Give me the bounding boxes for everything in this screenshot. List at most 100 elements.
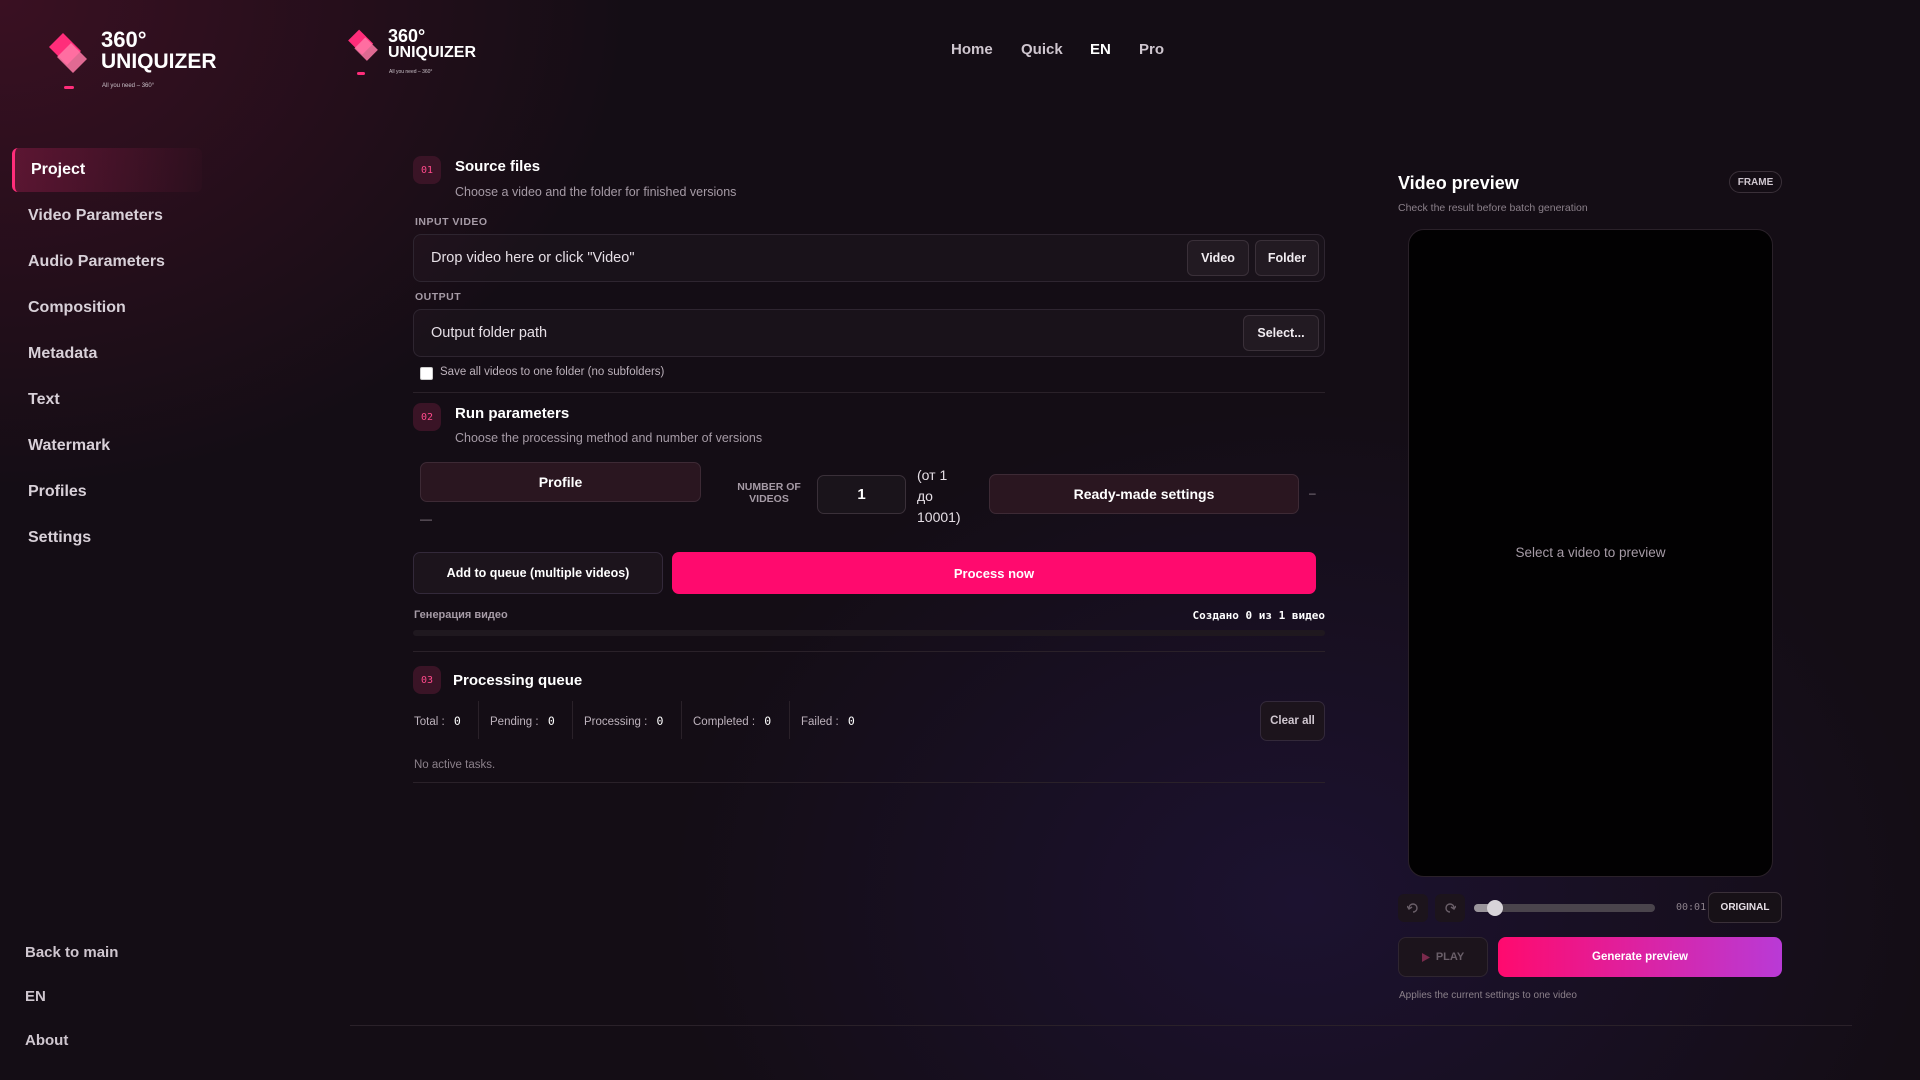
- nav-quick[interactable]: Quick: [1021, 41, 1063, 58]
- single-folder-checkbox[interactable]: [420, 367, 433, 380]
- stat-label: Processing: [584, 716, 641, 728]
- nav-pro[interactable]: Pro: [1139, 41, 1164, 58]
- logo-diamond-icon: [348, 29, 378, 61]
- frame-badge[interactable]: FRAME: [1729, 171, 1782, 193]
- stat-label: Failed: [801, 716, 833, 728]
- sidebar-item-settings[interactable]: Settings: [12, 516, 202, 560]
- section-number-badge: 02: [413, 403, 441, 431]
- output-folder-placeholder: Output folder path: [431, 325, 548, 341]
- logo-diamond-icon: [49, 33, 87, 73]
- generate-preview-button[interactable]: Generate preview: [1498, 937, 1782, 977]
- language-link[interactable]: EN: [25, 988, 46, 1005]
- step-back-button[interactable]: [1398, 894, 1428, 922]
- sidebar-item-profiles[interactable]: Profiles: [12, 470, 202, 514]
- preview-screen[interactable]: Select a video to preview: [1408, 229, 1773, 877]
- process-now-button[interactable]: Process now: [672, 552, 1316, 594]
- add-to-queue-button[interactable]: Add to queue (multiple videos): [413, 552, 663, 594]
- source-files-title: Source files: [455, 158, 541, 175]
- sidebar-item-project[interactable]: Project: [12, 148, 202, 192]
- section-number-badge: 03: [413, 666, 441, 694]
- stat-value: 0: [547, 714, 555, 728]
- video-drop-zone[interactable]: Drop video here or click "Video" Video F…: [413, 234, 1325, 282]
- logo-title-1: 360°: [101, 27, 147, 52]
- sidebar-item-label: Metadata: [28, 345, 98, 362]
- timeline-slider-thumb[interactable]: [1487, 900, 1503, 916]
- select-output-button[interactable]: Select...: [1243, 315, 1319, 351]
- sidebar-item-text[interactable]: Text: [12, 378, 202, 422]
- about-link[interactable]: About: [25, 1032, 68, 1049]
- logo-title-2: UNIQUIZER: [388, 44, 476, 61]
- step-forward-button[interactable]: [1435, 894, 1465, 922]
- stat-separator: [789, 701, 790, 739]
- input-video-label: INPUT VIDEO: [415, 216, 488, 228]
- video-drop-placeholder: Drop video here or click "Video": [431, 250, 635, 266]
- clear-all-button[interactable]: Clear all: [1260, 701, 1325, 741]
- progress-bar-track: [413, 630, 1325, 636]
- output-folder-field[interactable]: Output folder path Select...: [413, 309, 1325, 357]
- stat-total: Total : 0: [414, 714, 461, 728]
- sidebar-item-composition[interactable]: Composition: [12, 286, 202, 330]
- undo-icon: [1407, 903, 1418, 913]
- stat-pending: Pending : 0: [490, 714, 555, 728]
- preview-subtitle: Check the result before batch generation: [1398, 202, 1588, 214]
- logo-title-2: UNIQUIZER: [101, 50, 217, 73]
- number-of-videos-input[interactable]: 1: [817, 475, 906, 514]
- select-video-button[interactable]: Video: [1187, 240, 1249, 276]
- timeline-slider[interactable]: [1474, 900, 1655, 916]
- queue-empty-text: No active tasks.: [414, 759, 496, 771]
- preview-title: Video preview: [1398, 173, 1519, 193]
- profile-value: —: [420, 512, 432, 526]
- sidebar-item-metadata[interactable]: Metadata: [12, 332, 202, 376]
- sidebar-item-video-parameters[interactable]: Video Parameters: [12, 194, 202, 238]
- stat-label: Pending: [490, 716, 533, 728]
- section-number-badge: 01: [413, 156, 441, 184]
- section-divider: [413, 651, 1325, 652]
- play-button[interactable]: PLAY: [1398, 937, 1488, 977]
- ready-made-settings-value: –: [1309, 486, 1316, 500]
- stat-completed: Completed : 0: [693, 714, 772, 728]
- progress-status: Создано 0 из 1 видео: [1192, 609, 1325, 622]
- range-line-2: до: [917, 488, 933, 504]
- sidebar-item-label: Profiles: [28, 483, 87, 500]
- range-line-1: (от 1: [917, 467, 948, 483]
- profile-button[interactable]: Profile: [420, 462, 701, 502]
- nav-language[interactable]: EN: [1090, 41, 1111, 58]
- sidebar-item-label: Composition: [28, 299, 126, 316]
- single-folder-checkbox-label: Save all videos to one folder (no subfol…: [440, 366, 665, 378]
- logo-title-1: 360°: [388, 26, 426, 46]
- sidebar-item-label: Project: [31, 161, 86, 178]
- section-divider: [413, 782, 1325, 783]
- logo-tagline: All you need – 360°: [102, 83, 155, 89]
- sidebar-item-label: Watermark: [28, 437, 111, 454]
- logo-underline: [357, 72, 365, 75]
- section-divider: [413, 392, 1325, 393]
- stat-label: Total: [414, 716, 439, 728]
- stat-value: 0: [453, 714, 461, 728]
- source-files-subtitle: Choose a video and the folder for finish…: [455, 185, 737, 199]
- stat-failed: Failed : 0: [801, 714, 855, 728]
- header-logo[interactable]: 360° UNIQUIZER All you need – 360°: [345, 25, 485, 80]
- logo-underline: [64, 86, 74, 89]
- number-of-videos-label-line1: NUMBER OF: [737, 481, 801, 493]
- processing-queue-title: Processing queue: [453, 672, 583, 689]
- stat-separator: [572, 701, 573, 739]
- stat-separator: [681, 701, 682, 739]
- stat-label: Completed: [693, 716, 749, 728]
- number-of-videos-label: NUMBER OF VIDEOS: [730, 481, 808, 505]
- run-parameters-title: Run parameters: [455, 405, 570, 422]
- sidebar-item-audio-parameters[interactable]: Audio Parameters: [12, 240, 202, 284]
- sidebar-item-watermark[interactable]: Watermark: [12, 424, 202, 468]
- ready-made-settings-button[interactable]: Ready-made settings: [989, 474, 1299, 514]
- original-mode-button[interactable]: ORIGINAL: [1708, 892, 1782, 923]
- stat-value: 0: [656, 714, 664, 728]
- output-label: OUTPUT: [415, 291, 462, 303]
- select-folder-button[interactable]: Folder: [1255, 240, 1319, 276]
- back-to-main-link[interactable]: Back to main: [25, 944, 118, 961]
- nav-home[interactable]: Home: [951, 41, 993, 58]
- progress-label: Генерация видео: [414, 609, 508, 621]
- run-parameters-subtitle: Choose the processing method and number …: [455, 431, 763, 445]
- play-button-label: PLAY: [1435, 951, 1465, 963]
- number-of-videos-label-line2: VIDEOS: [749, 493, 789, 505]
- sidebar-logo[interactable]: 360° UNIQUIZER All you need – 360°: [45, 25, 217, 95]
- redo-icon: [1445, 903, 1456, 913]
